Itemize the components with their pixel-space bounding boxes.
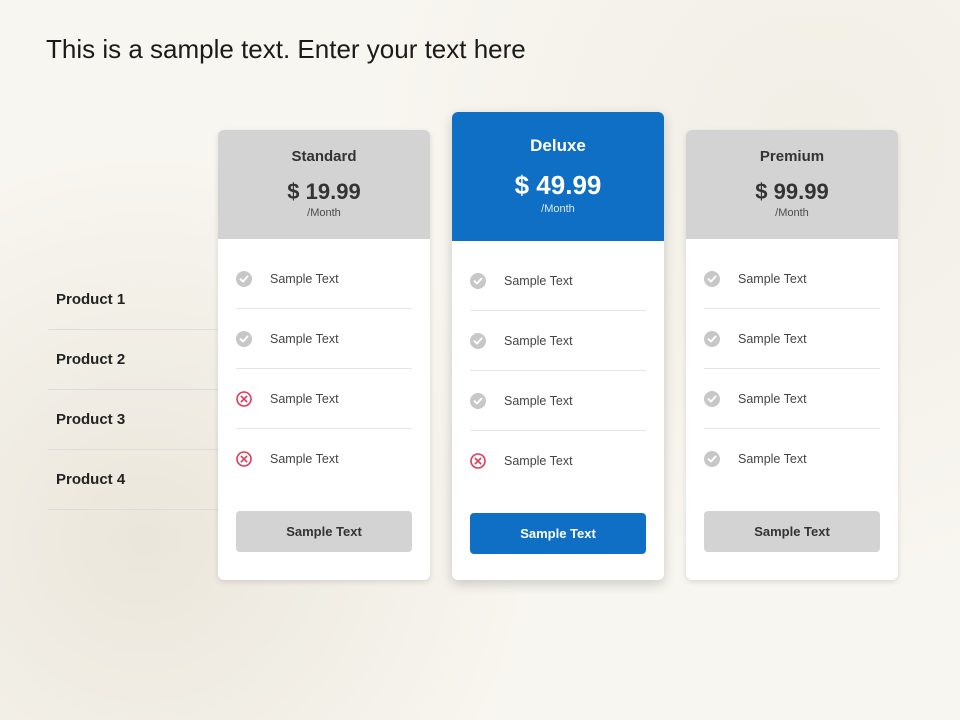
plan-period: /Month (462, 203, 654, 215)
feature-text: Sample Text (738, 392, 807, 406)
plan-name: Deluxe (462, 136, 654, 156)
feature-text: Sample Text (504, 274, 573, 288)
plan-features: Sample Text Sample Text Sample Text Samp… (686, 239, 898, 489)
check-icon (704, 451, 720, 467)
plan-card-standard: Standard $ 19.99 /Month Sample Text Samp… (218, 130, 430, 580)
plan-cta-button[interactable]: Sample Text (236, 511, 412, 552)
row-label: Product 1 (48, 270, 218, 330)
feature-row: Sample Text (704, 429, 880, 489)
feature-text: Sample Text (738, 332, 807, 346)
feature-row: Sample Text (236, 309, 412, 369)
page-title: This is a sample text. Enter your text h… (46, 34, 526, 65)
plan-name: Premium (696, 148, 888, 165)
feature-text: Sample Text (504, 394, 573, 408)
feature-row: Sample Text (470, 311, 646, 371)
feature-row: Sample Text (704, 369, 880, 429)
feature-text: Sample Text (270, 392, 339, 406)
plans-row: Standard $ 19.99 /Month Sample Text Samp… (218, 130, 918, 580)
plan-footer: Sample Text (686, 489, 898, 578)
plan-cta-button[interactable]: Sample Text (704, 511, 880, 552)
check-icon (704, 391, 720, 407)
row-label: Product 4 (48, 450, 218, 510)
check-icon (470, 273, 486, 289)
plan-name: Standard (228, 148, 420, 165)
cross-icon (236, 451, 252, 467)
cross-icon (236, 391, 252, 407)
feature-row: Sample Text (704, 309, 880, 369)
plan-features: Sample Text Sample Text Sample Text Samp… (452, 241, 664, 491)
check-icon (236, 331, 252, 347)
plan-period: /Month (228, 207, 420, 219)
plan-cta-button[interactable]: Sample Text (470, 513, 646, 554)
row-label: Product 3 (48, 390, 218, 450)
feature-text: Sample Text (738, 272, 807, 286)
feature-row: Sample Text (704, 249, 880, 309)
feature-text: Sample Text (270, 272, 339, 286)
check-icon (236, 271, 252, 287)
row-labels-column: Product 1 Product 2 Product 3 Product 4 (48, 130, 218, 510)
feature-text: Sample Text (270, 332, 339, 346)
plan-header: Standard $ 19.99 /Month (218, 130, 430, 239)
plan-card-premium: Premium $ 99.99 /Month Sample Text Sampl… (686, 130, 898, 580)
plan-price: $ 19.99 (228, 179, 420, 205)
check-icon (470, 393, 486, 409)
feature-row: Sample Text (236, 369, 412, 429)
plan-features: Sample Text Sample Text Sample Text Samp… (218, 239, 430, 489)
feature-row: Sample Text (470, 251, 646, 311)
feature-row: Sample Text (470, 431, 646, 491)
plan-price: $ 49.99 (462, 170, 654, 201)
pricing-stage: Product 1 Product 2 Product 3 Product 4 … (48, 130, 918, 580)
plan-price: $ 99.99 (696, 179, 888, 205)
feature-row: Sample Text (470, 371, 646, 431)
check-icon (704, 331, 720, 347)
row-label: Product 2 (48, 330, 218, 390)
check-icon (704, 271, 720, 287)
feature-text: Sample Text (270, 452, 339, 466)
feature-text: Sample Text (504, 334, 573, 348)
feature-row: Sample Text (236, 429, 412, 489)
plan-footer: Sample Text (218, 489, 430, 578)
check-icon (470, 333, 486, 349)
plan-header: Premium $ 99.99 /Month (686, 130, 898, 239)
plan-footer: Sample Text (452, 491, 664, 580)
plan-period: /Month (696, 207, 888, 219)
feature-text: Sample Text (504, 454, 573, 468)
feature-row: Sample Text (236, 249, 412, 309)
cross-icon (470, 453, 486, 469)
feature-text: Sample Text (738, 452, 807, 466)
plan-header: Deluxe $ 49.99 /Month (452, 112, 664, 241)
plan-card-deluxe: Deluxe $ 49.99 /Month Sample Text Sample… (452, 112, 664, 580)
